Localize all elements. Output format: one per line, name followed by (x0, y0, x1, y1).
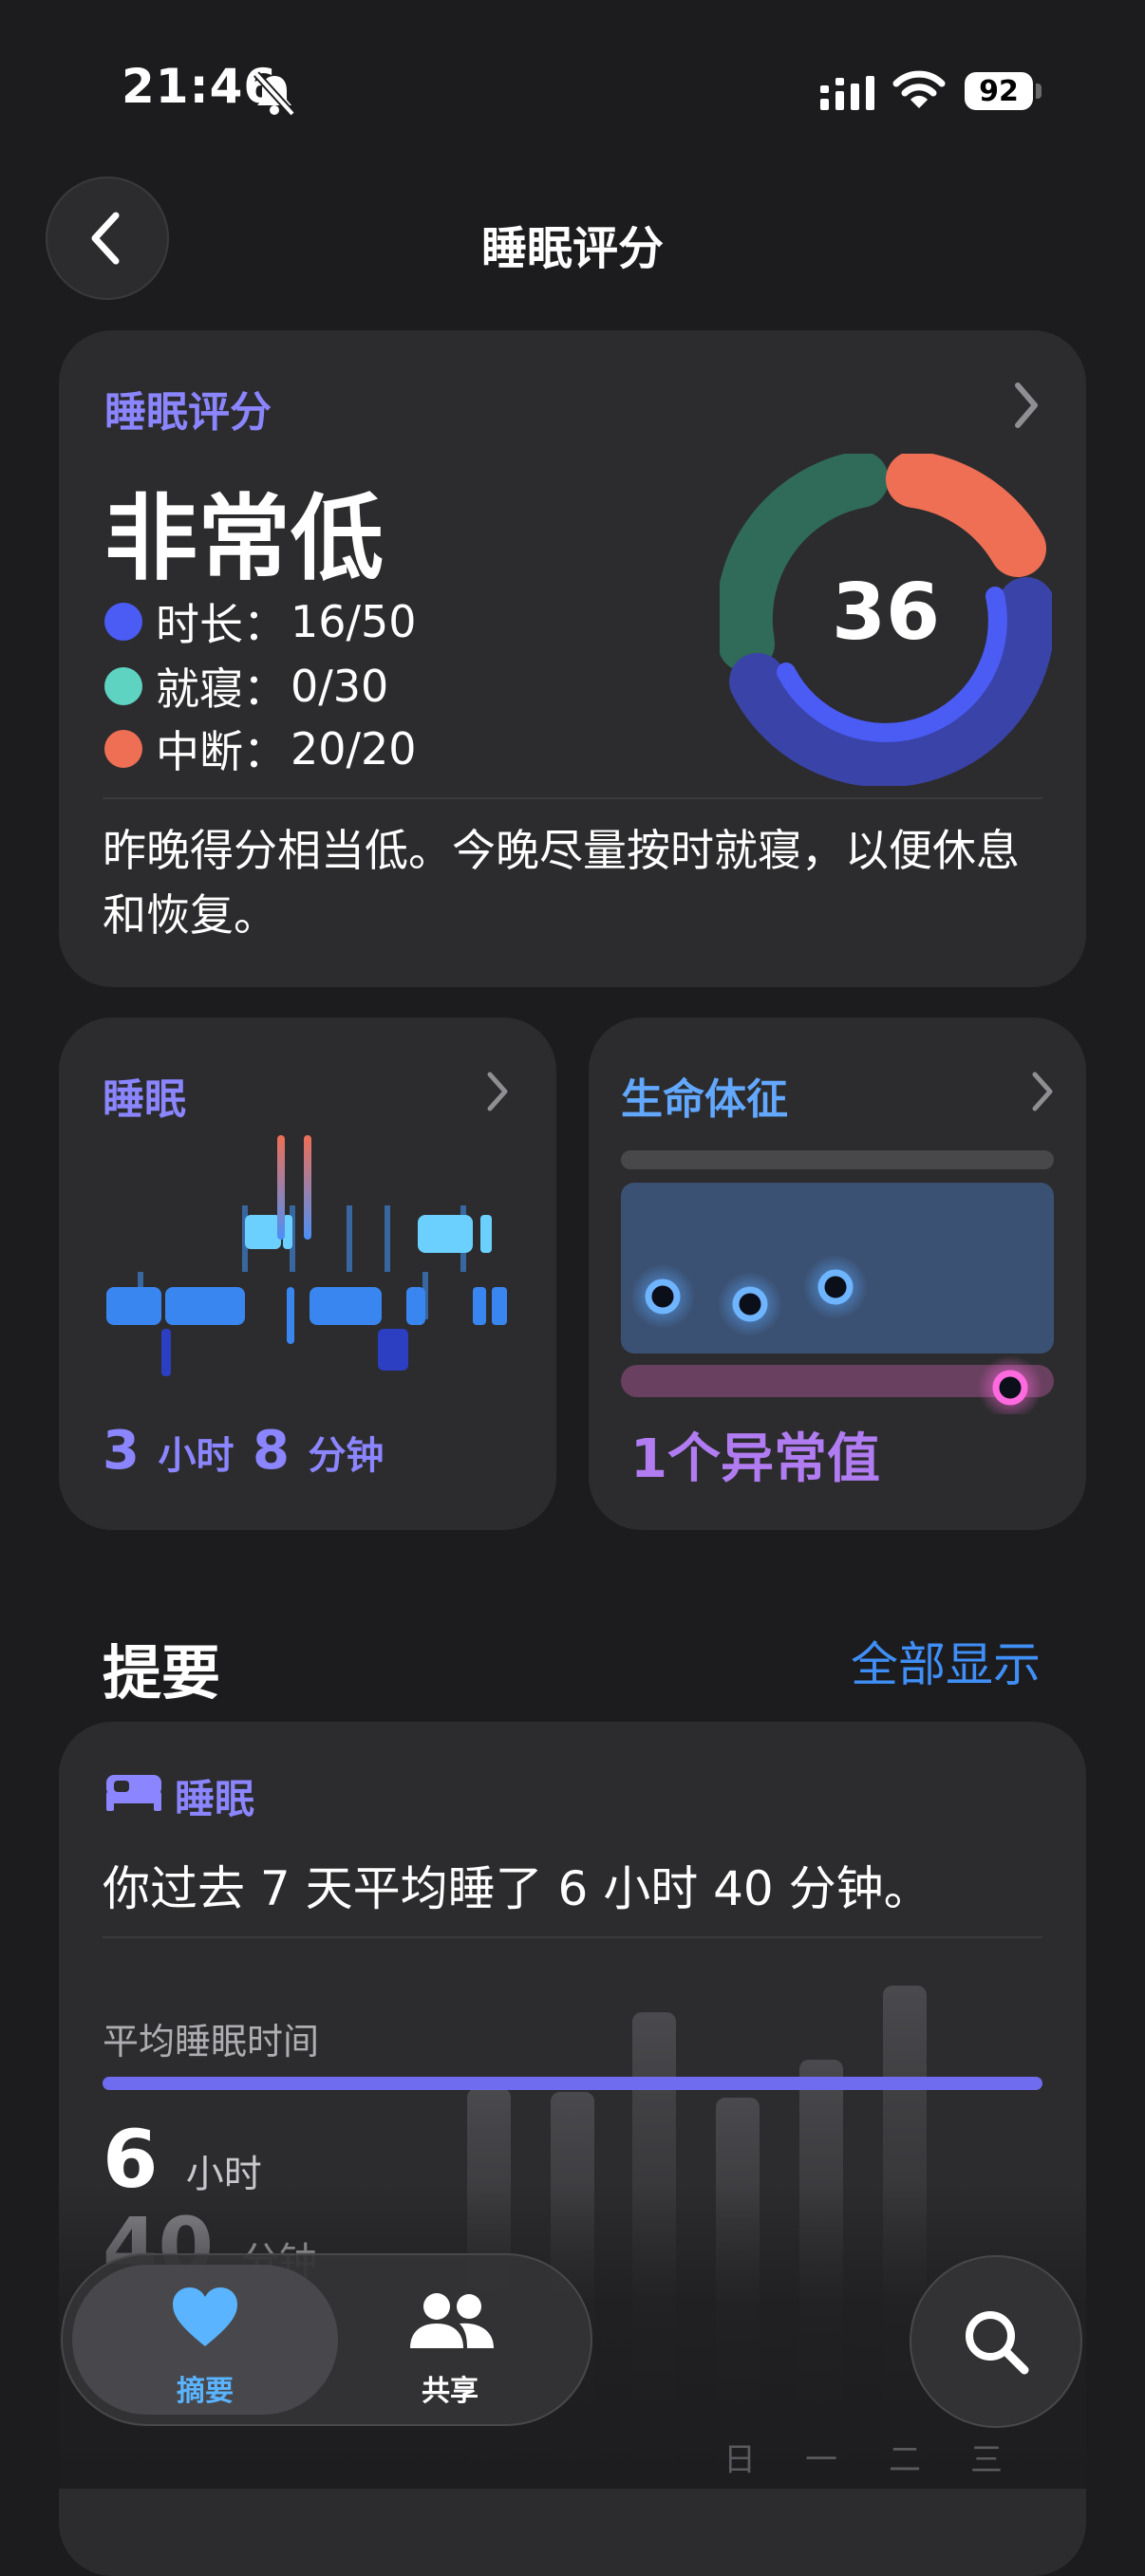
wifi-icon (892, 70, 946, 108)
average-sleep-label: 平均睡眠时间 (103, 2021, 320, 2063)
bed-icon (106, 1775, 161, 1811)
bedtime-dot (104, 667, 142, 705)
legend-duration-value: 16/50 (291, 596, 417, 647)
legend-duration: 时长： 16/50 (104, 590, 417, 653)
weekday-label: 一 (805, 2441, 837, 2479)
search-icon (966, 2311, 1029, 2375)
vitals-outlier-count: 1个异常值 (630, 1428, 880, 1490)
weekday-label: 二 (889, 2441, 921, 2479)
weekday-label: 三 (970, 2441, 1003, 2479)
sleep-card-label: 睡眠 (103, 1075, 186, 1124)
sleep-minutes-unit: 分钟 (308, 1434, 385, 1478)
silent-bell-icon (253, 71, 295, 117)
legend-interruption-name: 中断： (156, 726, 287, 777)
cellular-signal-icon (820, 76, 874, 110)
weekday-label: 日 (723, 2441, 756, 2479)
legend-duration-name: 时长： (156, 599, 287, 650)
legend-bedtime-name: 就寝： (156, 663, 287, 715)
chevron-right-icon (487, 1072, 508, 1111)
page-title: 睡眠评分 (480, 222, 664, 275)
tab-sharing-label[interactable]: 共享 (393, 2367, 507, 2409)
highlight-divider (103, 1936, 1042, 1938)
legend-bedtime: 就寝： 0/30 (104, 655, 388, 718)
sleep-duration: 3 小时 8 分钟 (103, 1420, 384, 1482)
sleep-score-label: 睡眠评分 (104, 388, 272, 437)
search-button[interactable] (910, 2255, 1082, 2428)
average-line (103, 2077, 1042, 2090)
ring-interruption-segment (886, 454, 1046, 577)
legend-bedtime-value: 0/30 (291, 661, 389, 712)
heart-icon (173, 2287, 237, 2346)
score-summary: 昨晚得分相当低。今晚尽量按时就寝，以便休息和恢复。 (103, 825, 1020, 941)
score-value: 36 (831, 568, 941, 658)
highlight-sleep-text: 你过去 7 天平均睡了 6 小时 40 分钟。 (103, 1861, 931, 1916)
sleep-hours: 3 (103, 1420, 140, 1482)
score-divider (103, 797, 1042, 799)
vitals-chart (621, 1150, 1054, 1414)
chevron-right-icon (1032, 1072, 1053, 1111)
sleep-minutes: 8 (252, 1420, 290, 1482)
highlights-title: 提要 (103, 1638, 221, 1708)
people-icon (410, 2293, 494, 2348)
highlight-sleep-label: 睡眠 (175, 1776, 255, 1822)
legend-interruption: 中断： 20/20 (104, 718, 417, 780)
duration-dot (104, 603, 142, 641)
score-level: 非常低 (104, 485, 385, 593)
legend-interruption-value: 20/20 (291, 723, 417, 775)
battery-tip (1036, 84, 1042, 99)
vitals-card-label: 生命体征 (621, 1075, 788, 1124)
show-all-link[interactable]: 全部显示 (851, 1627, 1041, 1695)
sleep-stages-chart (106, 1135, 507, 1376)
tab-summary-label: 摘要 (177, 2375, 234, 2408)
sleep-hours-unit: 小时 (158, 1434, 235, 1478)
chevron-right-icon (1015, 383, 1038, 428)
interruption-dot (104, 730, 142, 768)
battery-indicator: 92 (965, 72, 1033, 110)
